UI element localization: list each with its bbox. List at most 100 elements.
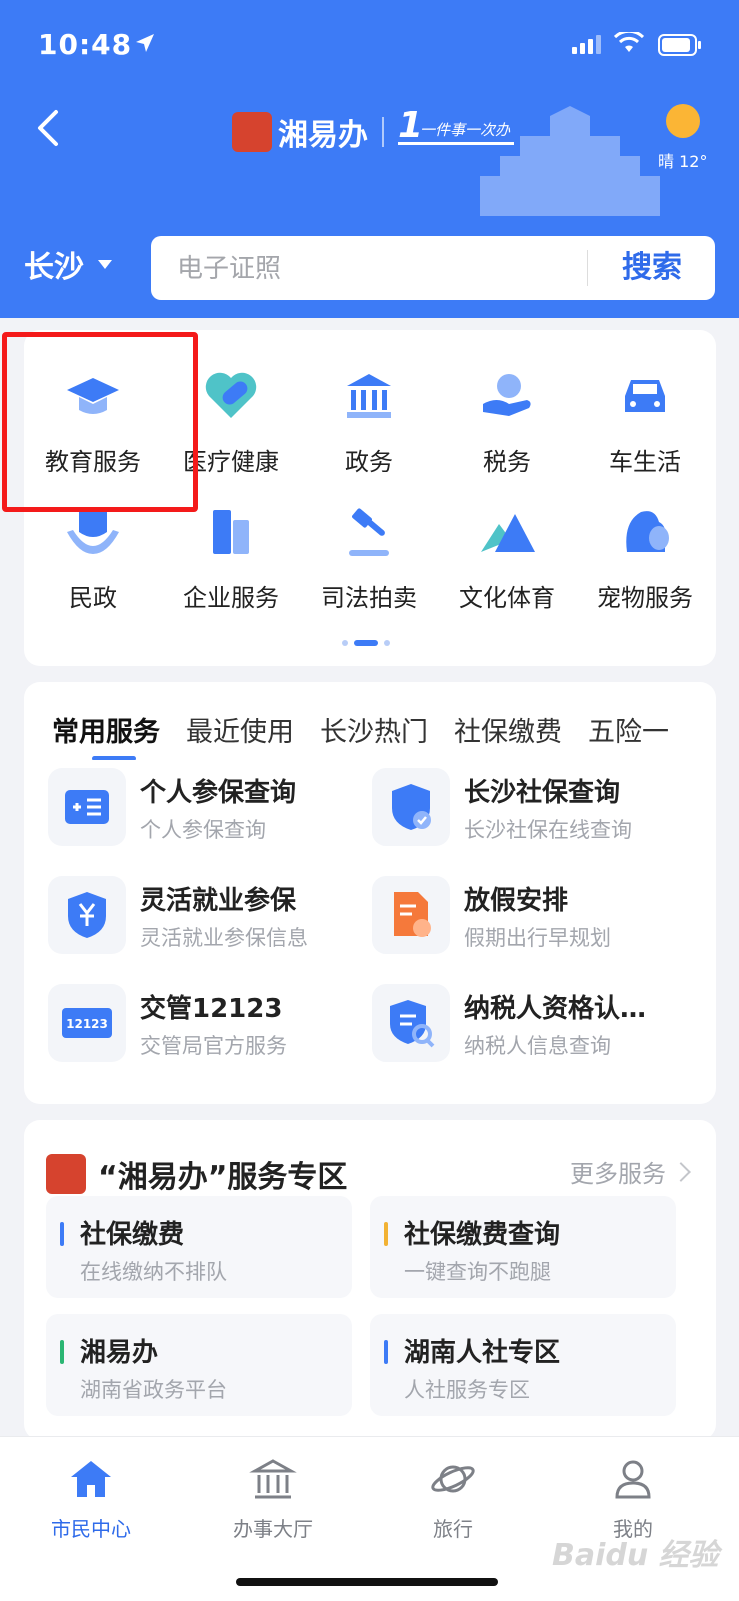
tab-insurance[interactable]: 五险一 [588,710,669,760]
pet-icon [626,511,669,552]
zone-item-subtitle: 在线缴纳不排队 [80,1260,227,1284]
category-label: 税务 [483,448,531,476]
category-label: 车生活 [609,448,681,476]
weather-text: 晴 12° [658,152,708,171]
service-item[interactable]: 12123 交管12123 交管局官方服务 [48,984,368,1066]
zone-accent-bar [384,1340,388,1364]
category-label: 文化体育 [459,584,555,612]
user-icon [615,1460,651,1499]
tab-label: 市民中心 [51,1517,131,1541]
tab-social-security[interactable]: 社保缴费 [454,710,562,760]
service-item[interactable]: 灵活就业参保 灵活就业参保信息 [48,876,368,958]
zone-header: “湘易办”服务专区 [46,1152,347,1196]
tab-label: 旅行 [433,1517,473,1541]
zone-title: “湘易办”服务专区 [98,1160,348,1195]
category-label: 民政 [69,584,117,612]
category-car[interactable]: 车生活 [576,366,714,477]
service-subtitle: 灵活就业参保信息 [140,926,308,950]
yuan-shield-icon [68,892,106,938]
category-pet[interactable]: 宠物服务 [576,502,714,613]
page-dot [342,640,348,646]
services-card: 常用服务 最近使用 长沙热门 社保缴费 五险一 个人参保查询 个人参保查询 长沙… [24,682,716,1104]
service-title: 个人参保查询 [140,778,297,808]
brand-slogan: 1 一件事一次办 [398,105,515,146]
service-subtitle: 纳税人信息查询 [464,1034,611,1058]
page-indicator [342,640,390,646]
zone-item-title: 社保缴费 [80,1220,185,1250]
zone-item-title: 社保缴费查询 [404,1220,561,1250]
bottom-tab-bar: 市民中心 办事大厅 旅行 我的 [0,1436,739,1601]
battery-icon [658,34,701,56]
gavel-icon [349,508,389,556]
service-title: 纳税人资格认… [464,994,647,1024]
tab-travel[interactable]: 旅行 [378,1455,528,1542]
service-icon-box [372,876,450,954]
service-title: 灵活就业参保 [140,886,297,916]
service-item[interactable]: 长沙社保查询 长沙社保在线查询 [372,768,692,850]
category-label: 政务 [345,448,393,476]
service-item[interactable]: 纳税人资格认… 纳税人信息查询 [372,984,692,1066]
service-icon-box [372,768,450,846]
service-zone-card: “湘易办”服务专区 更多服务 社保缴费 在线缴纳不排队 社保缴费查询 一键查询不… [24,1120,716,1440]
more-services-link[interactable]: 更多服务 [570,1154,691,1189]
holiday-document-icon [394,892,431,937]
home-indicator [236,1578,498,1586]
brand-name: 湘易办 [278,118,368,153]
zone-item-subtitle: 湖南省政务平台 [80,1378,227,1402]
traffic-icon-text: 12123 [66,1017,108,1031]
category-tax[interactable]: 税务 [438,366,576,477]
zone-accent-bar [60,1340,64,1364]
xiangyiban-logo-icon [46,1154,86,1194]
category-enterprise[interactable]: 企业服务 [162,502,300,613]
zone-item-title: 湖南人社专区 [404,1338,561,1368]
category-government[interactable]: 政务 [300,366,438,477]
search-button[interactable]: 搜索 [589,236,715,300]
city-selector[interactable]: 长沙 [24,242,112,286]
planet-icon [431,1465,475,1493]
category-label: 司法拍卖 [321,584,417,612]
status-time: 10:48 [38,28,133,61]
navigation-bar: 湘易办 1 一件事一次办 晴 12° [0,96,739,226]
category-label: 宠物服务 [597,584,693,612]
brand: 湘易办 1 一件事一次办 [232,105,515,153]
mountain-icon [481,514,535,552]
zone-item[interactable]: 湖南人社专区 人社服务专区 [370,1314,676,1416]
back-icon[interactable] [30,108,70,148]
zone-item[interactable]: 湘易办 湖南省政务平台 [46,1314,352,1416]
tab-service-hall[interactable]: 办事大厅 [198,1455,348,1542]
tab-mine[interactable]: 我的 [558,1455,708,1542]
tab-recent[interactable]: 最近使用 [186,710,294,760]
service-icon-box: 12123 [48,984,126,1062]
tab-changsha-hot[interactable]: 长沙热门 [320,710,428,760]
service-item[interactable]: 个人参保查询 个人参保查询 [48,768,368,850]
page-dot-active [354,640,378,646]
service-item[interactable]: 放假安排 假期出行早规划 [372,876,692,958]
red-highlight-box [2,332,198,512]
zone-item-subtitle: 一键查询不跑腿 [404,1260,551,1284]
social-security-shield-icon [392,784,431,830]
service-icon-box [48,876,126,954]
search-input[interactable] [175,236,559,302]
page-dot [384,640,390,646]
zone-accent-bar [60,1222,64,1246]
service-title: 交管12123 [140,994,283,1024]
cellular-signal-icon [572,35,601,54]
slogan-number: 1 [398,105,424,146]
category-auction[interactable]: 司法拍卖 [300,502,438,613]
zone-item[interactable]: 社保缴费查询 一键查询不跑腿 [370,1196,676,1298]
chevron-right-icon [671,1161,691,1182]
tab-common-services[interactable]: 常用服务 [52,710,160,760]
zone-accent-bar [384,1222,388,1246]
service-subtitle: 假期出行早规划 [464,926,611,950]
category-civil-affairs[interactable]: 民政 [24,502,162,613]
medical-heart-icon [205,372,257,418]
traffic-12123-icon: 12123 [62,1008,112,1038]
service-title: 放假安排 [464,886,569,916]
zone-item[interactable]: 社保缴费 在线缴纳不排队 [46,1196,352,1298]
service-subtitle: 个人参保查询 [140,818,266,842]
category-culture[interactable]: 文化体育 [438,502,576,613]
tab-citizen-center[interactable]: 市民中心 [16,1455,166,1542]
dropdown-triangle-icon [98,259,112,269]
service-subtitle: 交管局官方服务 [140,1034,287,1058]
search-divider [587,250,588,286]
